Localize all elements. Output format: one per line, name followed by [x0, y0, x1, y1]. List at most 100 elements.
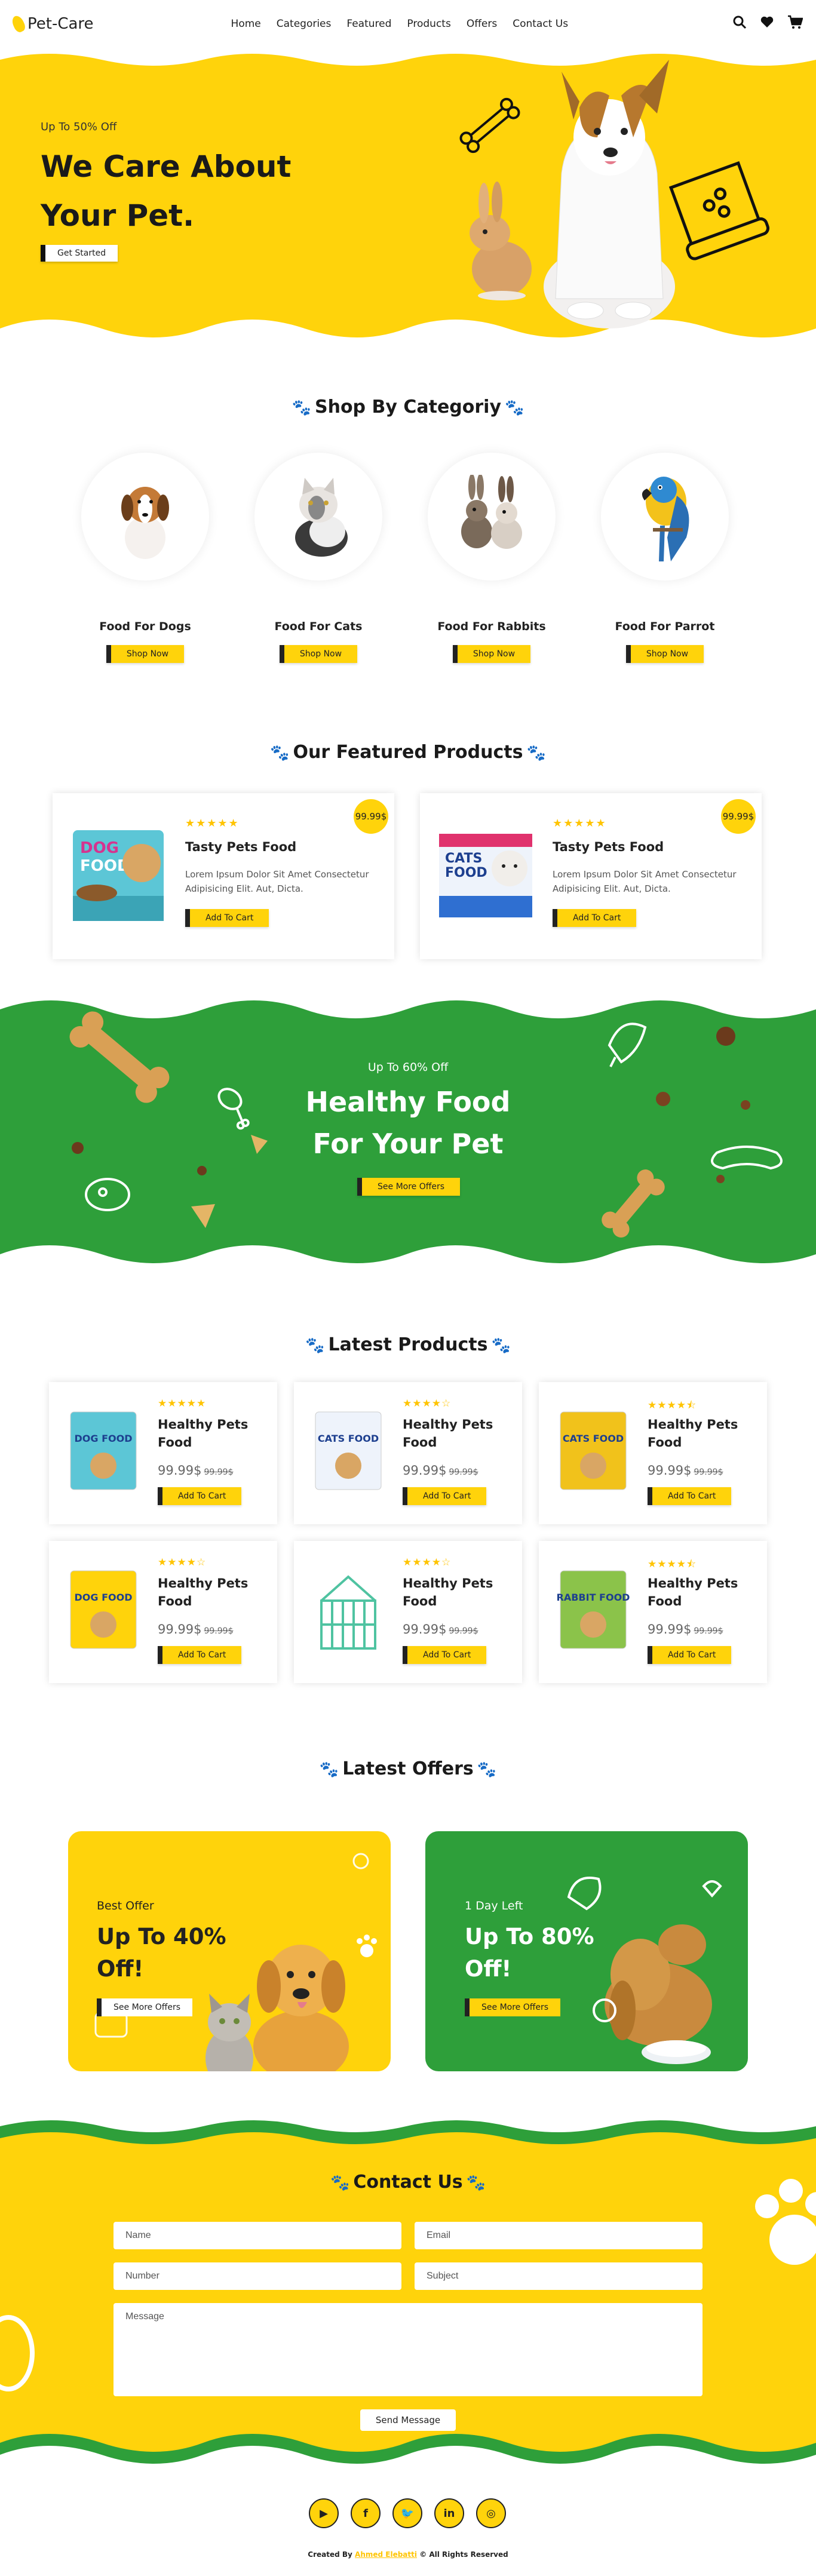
hero-title: We Care About Your Pet. [41, 149, 292, 233]
get-started-button[interactable]: Get Started [41, 245, 118, 262]
rating-stars: ★★★★☆ [158, 1556, 207, 1568]
offer-title: Up To 40% Off! [97, 1924, 226, 1982]
package-label: DOG FOOD [75, 1592, 133, 1603]
latest-product-card: RABBIT FOOD ★★★★⯪ Healthy Pets Food 99.99$ 9… [539, 1541, 767, 1683]
category-card-rabbits: Food For Rabbits Shop Now [426, 453, 557, 663]
nav-link-contact[interactable]: Contact Us [513, 18, 568, 30]
name-field[interactable]: Name [113, 2222, 401, 2249]
categories-section-title: 🐾 Shop By Categoriy 🐾 [292, 397, 524, 417]
add-to-cart-button[interactable]: Add To Cart [158, 1487, 242, 1505]
see-more-offers-button[interactable]: See More Offers [357, 1178, 461, 1196]
hero-dog-rabbit-image [459, 60, 770, 328]
category-image-dog[interactable] [81, 453, 209, 581]
old-price: 99.99$ [449, 1626, 478, 1636]
instagram-icon[interactable]: ◎ [476, 2498, 506, 2528]
food-package-image[interactable]: CATS FOOD [548, 1406, 638, 1496]
bird-cage-image[interactable] [303, 1565, 393, 1654]
food-package-image[interactable]: RABBIT FOOD [548, 1565, 638, 1654]
product-name: Healthy Pets Food [158, 1417, 249, 1450]
paw-icon: 🐾 [319, 1761, 339, 1779]
email-field[interactable]: Email [415, 2222, 703, 2249]
youtube-icon[interactable]: ▶ [309, 2498, 339, 2528]
subject-field[interactable]: Subject [415, 2262, 703, 2290]
cart-icon[interactable] [787, 15, 803, 33]
product-name: Healthy Pets Food [403, 1576, 493, 1608]
cat-food-package-image[interactable]: CATS FOOD [434, 824, 537, 927]
package-label: CATS FOOD [563, 1433, 624, 1444]
number-field[interactable]: Number [113, 2262, 401, 2290]
latest-product-card: CATS FOOD ★★★★☆ Healthy Pets Food 99.99$ 99.… [294, 1382, 522, 1524]
social-links: ▶ f 🐦 in ◎ [309, 2498, 506, 2528]
shop-now-button[interactable]: Shop Now [279, 645, 358, 663]
product-price: 99.99$ 99.99$ [648, 1622, 723, 1637]
paw-icon: 🐾 [466, 2174, 486, 2192]
featured-product-card: DOG FOOD ★★★★★ Tasty Pets Food Lorem Ips… [53, 793, 394, 959]
contact-title: 🐾 Contact Us 🐾 [330, 2172, 486, 2193]
shop-now-button[interactable]: Shop Now [625, 645, 704, 663]
food-package-image[interactable]: DOG FOOD [59, 1565, 148, 1654]
add-to-cart-button[interactable]: Add To Cart [185, 909, 269, 927]
logo[interactable]: Pet-Care [10, 14, 94, 34]
twitter-icon[interactable]: 🐦 [392, 2498, 422, 2528]
nav-link-products[interactable]: Products [407, 18, 450, 30]
message-field[interactable]: Message [113, 2303, 703, 2396]
product-price: 99.99$ 99.99$ [403, 1622, 478, 1637]
facebook-icon[interactable]: f [351, 2498, 381, 2528]
add-to-cart-button[interactable]: Add To Cart [648, 1487, 732, 1505]
add-to-cart-button[interactable]: Add To Cart [403, 1487, 487, 1505]
featured-product-card: CATS FOOD ★★★★★ Tasty Pets Food Lorem Ip… [420, 793, 762, 959]
rating-stars: ★★★★☆ [403, 1398, 452, 1410]
send-message-button[interactable]: Send Message [360, 2409, 456, 2431]
category-name: Food For Rabbits [437, 620, 546, 633]
add-to-cart-button[interactable]: Add To Cart [158, 1646, 242, 1664]
author-link[interactable]: Ahmed Elebatti [355, 2550, 417, 2559]
linkedin-icon[interactable]: in [434, 2498, 464, 2528]
package-label: FOOD [445, 865, 487, 880]
add-to-cart-button[interactable]: Add To Cart [553, 909, 637, 927]
see-more-offers-button[interactable]: See More Offers [97, 1998, 193, 2016]
paw-icon: 🐾 [505, 399, 524, 417]
offer-title: Up To 80% Off! [465, 1924, 594, 1982]
nav-link-categories[interactable]: Categories [277, 18, 332, 30]
product-description: Lorem Ipsum Dolor Sit Amet Consectetur A… [185, 869, 369, 894]
top-navbar: Pet-Care Home Categories Featured Produc… [0, 0, 816, 48]
nav-icons [732, 15, 803, 33]
shop-now-button[interactable]: Shop Now [106, 645, 185, 663]
category-card-cats: Food For Cats Shop Now [253, 453, 384, 663]
hero-subtitle: Up To 50% Off [41, 121, 117, 133]
heart-icon[interactable] [760, 15, 774, 33]
nav-link-featured[interactable]: Featured [346, 18, 391, 30]
package-label: CATS FOOD [318, 1433, 379, 1444]
offer-subtitle: Best Offer [97, 1899, 154, 1912]
food-package-image[interactable]: CATS FOOD [303, 1406, 393, 1496]
category-image-cat[interactable] [254, 453, 382, 581]
product-name: Tasty Pets Food [553, 840, 664, 854]
paw-icon: 🐾 [305, 1337, 325, 1355]
paw-icon: 🐾 [270, 744, 290, 762]
paw-icon: 🐾 [526, 744, 546, 762]
rating-stars: ★★★★★ [185, 817, 240, 830]
rating-stars: ★★★★★ [158, 1398, 207, 1410]
food-package-image[interactable]: DOG FOOD [59, 1406, 148, 1496]
product-name: Healthy Pets Food [648, 1417, 738, 1450]
category-image-rabbit[interactable] [428, 453, 556, 581]
category-image-parrot[interactable] [601, 453, 729, 581]
product-name: Tasty Pets Food [185, 840, 297, 854]
old-price: 99.99$ [204, 1467, 234, 1477]
rating-stars: ★★★★⯪ [648, 1558, 697, 1570]
dog-food-package-image[interactable]: DOG FOOD [67, 824, 170, 927]
package-label: CATS [445, 851, 482, 866]
nav-link-offers[interactable]: Offers [467, 18, 497, 30]
product-price: 99.99$ 99.99$ [158, 1463, 234, 1478]
shop-now-button[interactable]: Shop Now [452, 645, 531, 663]
rating-stars: ★★★★☆ [403, 1556, 452, 1568]
add-to-cart-button[interactable]: Add To Cart [403, 1646, 487, 1664]
nav-link-home[interactable]: Home [231, 18, 261, 30]
banner-title: Healthy Food For Your Pet [305, 1086, 511, 1160]
see-more-offers-button[interactable]: See More Offers [465, 1998, 561, 2016]
add-to-cart-button[interactable]: Add To Cart [648, 1646, 732, 1664]
search-icon[interactable] [732, 15, 747, 33]
price-badge: 99.99$ [354, 799, 388, 834]
nav-links: Home Categories Featured Products Offers… [231, 18, 569, 30]
old-price: 99.99$ [204, 1626, 234, 1636]
